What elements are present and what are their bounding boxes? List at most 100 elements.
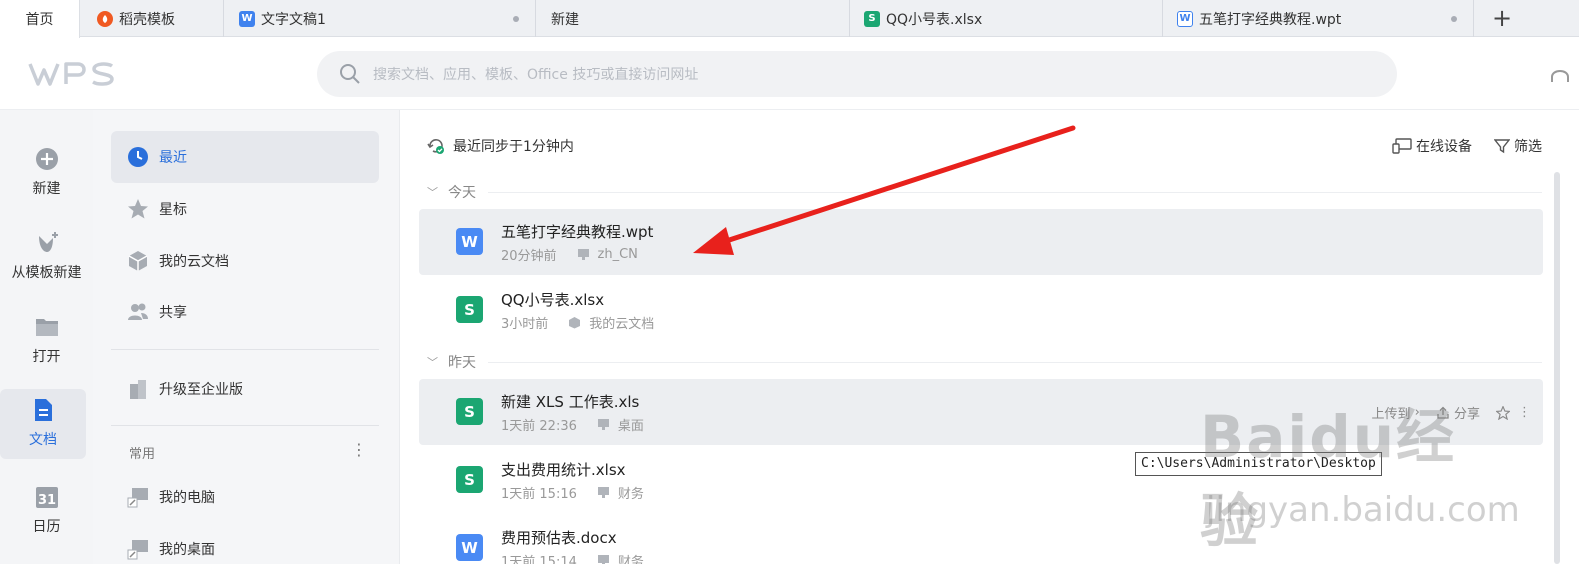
upload-to-button[interactable]: 上传到 › — [1371, 403, 1419, 422]
folder-icon — [35, 319, 58, 336]
monitor-icon — [597, 419, 609, 430]
row-actions: 上传到 › 分享 ⋮ — [1355, 403, 1531, 422]
headset-icon[interactable] — [1548, 66, 1579, 92]
nav-label: 星标 — [159, 202, 187, 218]
chevron-down-icon: ﹀ — [427, 356, 438, 369]
location-label: zh_CN — [597, 247, 638, 262]
upload-label: 上传到 — [1371, 407, 1411, 422]
nav-panel: 最近 星标 我的云文档 共享 升级至企业版 常用 ⋮ 我的电脑 我的桌面 — [93, 110, 400, 564]
file-location: 桌面 — [597, 415, 644, 434]
online-devices-label: 在线设备 — [1416, 139, 1472, 155]
file-row[interactable]: W 五笔打字经典教程.wpt 20分钟前 zh_CN — [419, 209, 1543, 275]
tab-docer[interactable]: 稻壳模板 — [81, 0, 224, 37]
group-divider — [488, 191, 1542, 193]
tab-home[interactable]: 首页 — [0, 0, 80, 38]
new-tab-button[interactable]: + — [1487, 4, 1517, 34]
monitor-icon — [577, 249, 589, 260]
file-time: 20分钟前 — [501, 249, 557, 264]
building-icon — [130, 380, 146, 399]
rail-documents[interactable]: 文档 — [0, 389, 86, 459]
nav-my-desktop[interactable]: 我的桌面 — [111, 523, 379, 564]
main-content: 最近同步于1分钟内 在线设备 筛选 ﹀ 今天 W 五笔打字经典教程.wpt 20… — [401, 110, 1579, 564]
star-button[interactable] — [1496, 405, 1510, 420]
document-icon — [35, 399, 52, 421]
file-meta: 20分钟前 zh_CN — [501, 245, 638, 264]
template-icon: W — [1177, 10, 1193, 27]
file-meta: 1天前 15:14 财务 — [501, 551, 644, 564]
tab-spreadsheet[interactable]: S QQ小号表.xlsx — [850, 0, 1163, 37]
file-row[interactable]: S 新建 XLS 工作表.xls 1天前 22:36 桌面 上传到 › 分享 ⋮ — [419, 379, 1543, 445]
star-icon — [128, 199, 148, 219]
file-location: 财务 — [597, 551, 644, 564]
file-location: 我的云文档 — [568, 313, 654, 332]
people-icon — [128, 303, 148, 320]
filter-button[interactable]: 筛选 — [1494, 136, 1542, 156]
file-meta: 1天前 22:36 桌面 — [501, 415, 644, 434]
file-location: 财务 — [597, 483, 644, 502]
devices-icon — [1392, 138, 1412, 154]
share-icon — [1437, 406, 1449, 419]
file-meta: 3小时前 我的云文档 — [501, 313, 654, 332]
tab-new[interactable]: 新建 — [536, 0, 850, 37]
rail-open[interactable]: 打开 — [0, 314, 93, 366]
rail-from-template[interactable]: 从模板新建 — [0, 230, 93, 282]
nav-label: 共享 — [159, 305, 187, 321]
spreadsheet-file-icon: S — [456, 466, 483, 493]
file-name: 新建 XLS 工作表.xls — [501, 393, 640, 411]
nav-shared[interactable]: 共享 — [111, 286, 379, 338]
tab-template[interactable]: W 五笔打字经典教程.wpt — [1163, 0, 1474, 37]
nav-starred[interactable]: 星标 — [111, 183, 379, 235]
spreadsheet-file-icon: S — [456, 296, 483, 323]
tab-label: 文字文稿1 — [261, 11, 326, 28]
star-outline-icon — [1496, 405, 1510, 420]
nav-my-computer[interactable]: 我的电脑 — [111, 471, 379, 523]
nav-recent[interactable]: 最近 — [111, 131, 379, 183]
writer-file-icon: W — [456, 534, 483, 561]
more-options-icon[interactable]: ⋮ — [351, 440, 367, 459]
group-yesterday[interactable]: ﹀ 昨天 — [427, 352, 1542, 372]
search-bar[interactable]: 搜索文档、应用、模板、Office 技巧或直接访问网址 — [317, 51, 1397, 97]
docer-icon — [97, 10, 113, 27]
spreadsheet-file-icon: S — [456, 398, 483, 425]
more-options-icon[interactable]: ⋮ — [1518, 405, 1531, 420]
cloud-cube-icon — [128, 251, 148, 271]
file-row[interactable]: W 费用预估表.docx 1天前 15:14 财务 — [419, 515, 1543, 564]
template-new-icon — [38, 232, 58, 252]
file-time: 1天前 15:16 — [501, 487, 577, 502]
sync-icon — [427, 139, 444, 154]
rail-label: 新建 — [32, 181, 61, 197]
location-label: 财务 — [617, 487, 644, 502]
rail-calendar[interactable]: 31 日历 — [0, 484, 93, 536]
header: 搜索文档、应用、模板、Office 技巧或直接访问网址 — [0, 38, 1579, 110]
file-time: 1天前 22:36 — [501, 419, 577, 434]
file-name: 五笔打字经典教程.wpt — [501, 223, 654, 241]
scrollbar[interactable] — [1554, 172, 1560, 564]
sync-status: 最近同步于1分钟内 — [427, 136, 574, 156]
filter-label: 筛选 — [1514, 139, 1542, 155]
nav-cloud-docs[interactable]: 我的云文档 — [111, 235, 379, 287]
group-today[interactable]: ﹀ 今天 — [427, 182, 1542, 202]
writer-icon: W — [239, 10, 255, 27]
nav-upgrade-enterprise[interactable]: 升级至企业版 — [111, 363, 379, 415]
share-label: 分享 — [1453, 407, 1480, 422]
rail-new[interactable]: 新建 — [0, 146, 93, 198]
online-devices-button[interactable]: 在线设备 — [1392, 136, 1472, 156]
file-name: 支出费用统计.xlsx — [501, 461, 626, 479]
share-button[interactable]: 分享 — [1436, 403, 1480, 422]
location-label: 我的云文档 — [589, 317, 655, 332]
monitor-icon — [597, 555, 609, 564]
svg-text:31: 31 — [37, 493, 55, 508]
tab-home-label: 首页 — [25, 12, 54, 28]
nav-label: 我的桌面 — [159, 542, 215, 558]
tab-writer-doc[interactable]: W 文字文稿1 — [224, 0, 536, 37]
nav-label: 最近 — [159, 150, 187, 166]
left-rail: 新建 从模板新建 打开 文档 31 日历 — [0, 110, 93, 564]
main-actions: 在线设备 筛选 — [1370, 136, 1542, 156]
group-label: 昨天 — [448, 355, 476, 371]
filter-icon — [1494, 139, 1510, 154]
group-divider — [488, 361, 1542, 363]
desktop-icon — [127, 540, 148, 560]
nav-label: 我的云文档 — [159, 254, 229, 270]
file-row[interactable]: S QQ小号表.xlsx 3小时前 我的云文档 — [419, 277, 1543, 343]
file-name: 费用预估表.docx — [501, 529, 617, 547]
